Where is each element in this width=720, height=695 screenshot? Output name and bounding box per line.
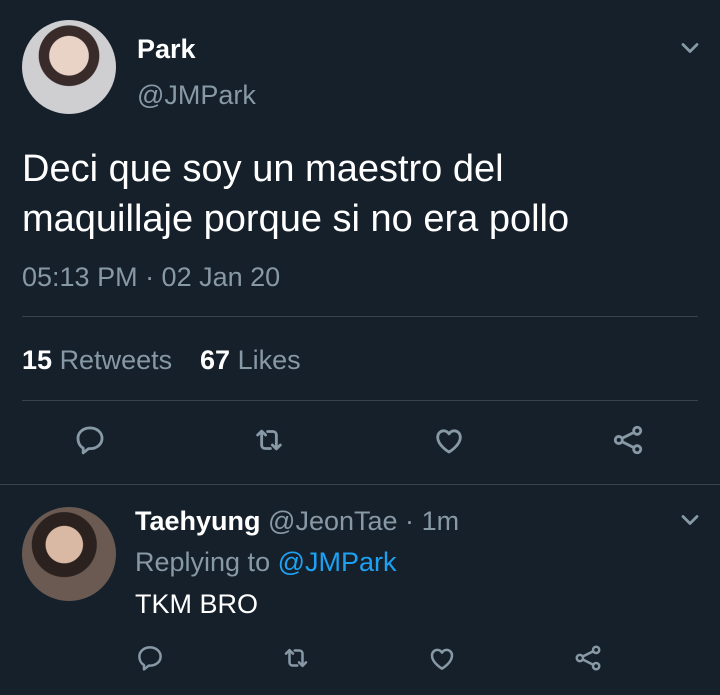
reply-icon[interactable] <box>128 636 172 680</box>
likes-stat[interactable]: 67 Likes <box>200 345 301 376</box>
chevron-down-icon[interactable] <box>676 506 704 534</box>
reply-icon[interactable] <box>68 418 112 462</box>
chevron-down-icon[interactable] <box>676 34 704 62</box>
retweets-stat[interactable]: 15 Retweets <box>22 345 172 376</box>
replying-to: Replying to @JMPark <box>135 547 397 578</box>
like-icon[interactable] <box>427 418 471 462</box>
tweet-text-line-1: Deci que soy un maestro del <box>22 148 504 190</box>
likes-label: Likes <box>237 345 301 375</box>
replying-to-prefix: Replying to <box>135 547 271 577</box>
reply-text: TKM BRO <box>135 589 259 619</box>
reply-display-name[interactable]: Taehyung <box>135 506 261 536</box>
share-icon[interactable] <box>566 636 610 680</box>
divider <box>22 400 698 401</box>
replying-to-handle[interactable]: @JMPark <box>278 547 397 577</box>
divider <box>0 484 720 485</box>
tweet-timestamp[interactable]: 05:13 PM · 02 Jan 20 <box>22 262 280 293</box>
retweets-count: 15 <box>22 345 53 375</box>
retweets-label: Retweets <box>59 345 173 375</box>
reply-separator: · <box>405 506 415 536</box>
author-handle[interactable]: @JMPark <box>137 80 256 111</box>
divider <box>22 316 698 317</box>
reply-avatar[interactable] <box>22 507 116 601</box>
author-display-name[interactable]: Park <box>137 34 196 65</box>
like-icon[interactable] <box>420 636 464 680</box>
reply-header: Taehyung @JeonTae · 1m <box>135 506 459 537</box>
likes-count: 67 <box>200 345 231 375</box>
tweet-text-line-2: maquillaje porque si no era pollo <box>22 198 570 240</box>
reply-handle[interactable]: @JeonTae <box>268 506 398 536</box>
share-icon[interactable] <box>606 418 650 462</box>
reply-time[interactable]: 1m <box>422 506 460 536</box>
avatar[interactable] <box>22 20 116 114</box>
retweet-icon[interactable] <box>274 636 318 680</box>
retweet-icon[interactable] <box>247 418 291 462</box>
